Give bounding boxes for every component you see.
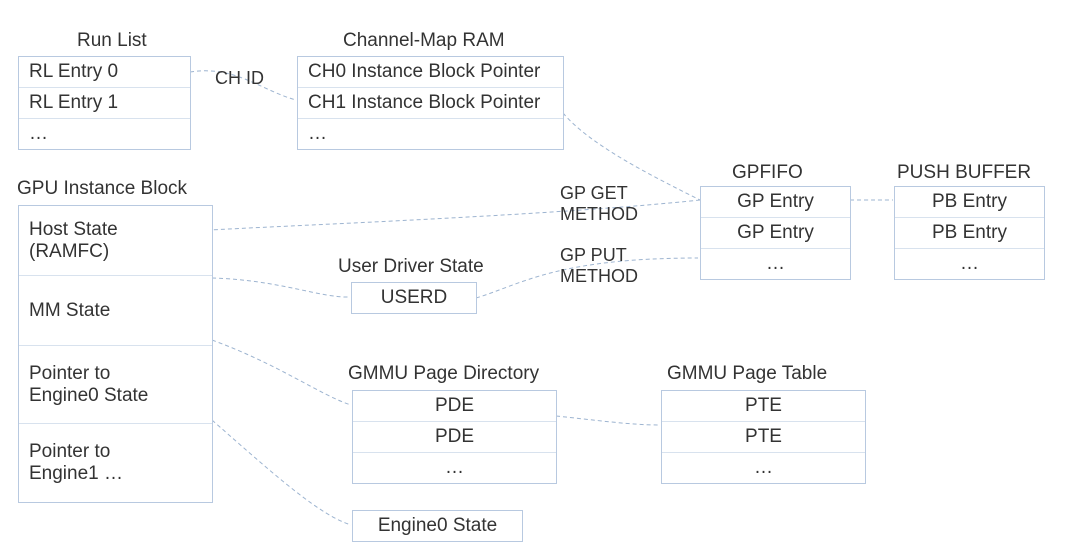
chmap-row-1: CH1 Instance Block Pointer xyxy=(298,88,563,119)
runlist-row-ellipsis: … xyxy=(19,119,190,149)
gpget-text: GP GETMETHOD xyxy=(560,183,638,224)
pushbuf-row-0: PB Entry xyxy=(895,187,1044,218)
pd-block: PDE PDE … xyxy=(352,390,557,484)
gpfifo-row-ellipsis: … xyxy=(701,249,850,279)
engine0-row: Engine0 State xyxy=(353,511,522,541)
pt-title: GMMU Page Table xyxy=(667,363,827,385)
instblock-title: GPU Instance Block xyxy=(17,178,187,200)
pt-block: PTE PTE … xyxy=(661,390,866,484)
pt-row-0: PTE xyxy=(662,391,865,422)
userd-row: USERD xyxy=(352,283,476,313)
engine0-block: Engine0 State xyxy=(352,510,523,542)
runlist-block: RL Entry 0 RL Entry 1 … xyxy=(18,56,191,150)
chmap-row-0: CH0 Instance Block Pointer xyxy=(298,57,563,88)
gpput-label: GP PUTMETHOD xyxy=(560,245,638,286)
gpfifo-row-1: GP Entry xyxy=(701,218,850,249)
pushbuf-row-ellipsis: … xyxy=(895,249,1044,279)
pd-row-1: PDE xyxy=(353,422,556,453)
instblock-row-eng1: Pointer toEngine1 … xyxy=(19,424,212,502)
chmap-title: Channel-Map RAM xyxy=(343,30,505,52)
gpfifo-row-0: GP Entry xyxy=(701,187,850,218)
userd-block: USERD xyxy=(351,282,477,314)
runlist-title: Run List xyxy=(77,30,147,52)
pt-row-ellipsis: … xyxy=(662,453,865,483)
pt-row-1: PTE xyxy=(662,422,865,453)
pushbuf-title: PUSH BUFFER xyxy=(897,162,1031,184)
userd-title: User Driver State xyxy=(338,256,484,278)
instblock-row-mm: MM State xyxy=(19,276,212,346)
chid-label: CH ID xyxy=(215,68,264,89)
instblock-block: Host State(RAMFC) MM State Pointer toEng… xyxy=(18,205,213,503)
instblock-row-eng0: Pointer toEngine0 State xyxy=(19,346,212,424)
runlist-row-0: RL Entry 0 xyxy=(19,57,190,88)
pushbuf-block: PB Entry PB Entry … xyxy=(894,186,1045,280)
runlist-row-1: RL Entry 1 xyxy=(19,88,190,119)
instblock-row-host: Host State(RAMFC) xyxy=(19,206,212,276)
gpget-label: GP GETMETHOD xyxy=(560,183,638,224)
gpfifo-block: GP Entry GP Entry … xyxy=(700,186,851,280)
pd-title: GMMU Page Directory xyxy=(348,363,539,385)
gpput-text: GP PUTMETHOD xyxy=(560,245,638,286)
chmap-row-ellipsis: … xyxy=(298,119,563,149)
pd-row-ellipsis: … xyxy=(353,453,556,483)
pd-row-0: PDE xyxy=(353,391,556,422)
pushbuf-row-1: PB Entry xyxy=(895,218,1044,249)
gpfifo-title: GPFIFO xyxy=(732,162,803,184)
chmap-block: CH0 Instance Block Pointer CH1 Instance … xyxy=(297,56,564,150)
